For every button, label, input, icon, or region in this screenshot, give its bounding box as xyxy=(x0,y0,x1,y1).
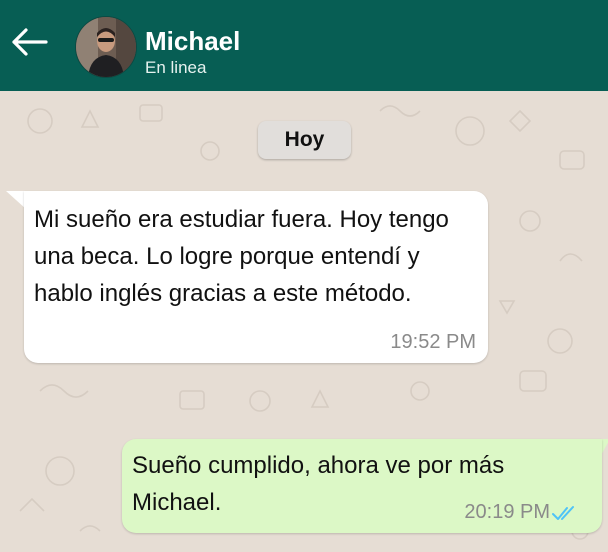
arrow-left-icon xyxy=(12,28,48,56)
contact-status: En linea xyxy=(145,58,207,77)
contact-name[interactable]: Michael xyxy=(145,26,240,56)
incoming-bubble-tail xyxy=(6,191,26,209)
message-time: 20:19 PM xyxy=(464,501,550,523)
back-button[interactable] xyxy=(8,24,50,60)
date-chip: Hoy xyxy=(258,121,351,159)
outgoing-message[interactable]: Sueño cumplido, ahora ve por más Michael… xyxy=(122,439,602,533)
double-check-icon xyxy=(552,506,574,520)
chat-header: Michael En linea xyxy=(0,0,608,91)
chat-area: Hoy Mi sueño era estudiar fuera. Hoy ten… xyxy=(0,91,608,552)
incoming-message[interactable]: Mi sueño era estudiar fuera. Hoy tengo u… xyxy=(24,191,488,363)
message-text: Mi sueño era estudiar fuera. Hoy tengo u… xyxy=(34,206,449,307)
message-time: 19:52 PM xyxy=(390,331,476,353)
avatar[interactable] xyxy=(75,16,137,78)
profile-photo xyxy=(76,17,136,77)
